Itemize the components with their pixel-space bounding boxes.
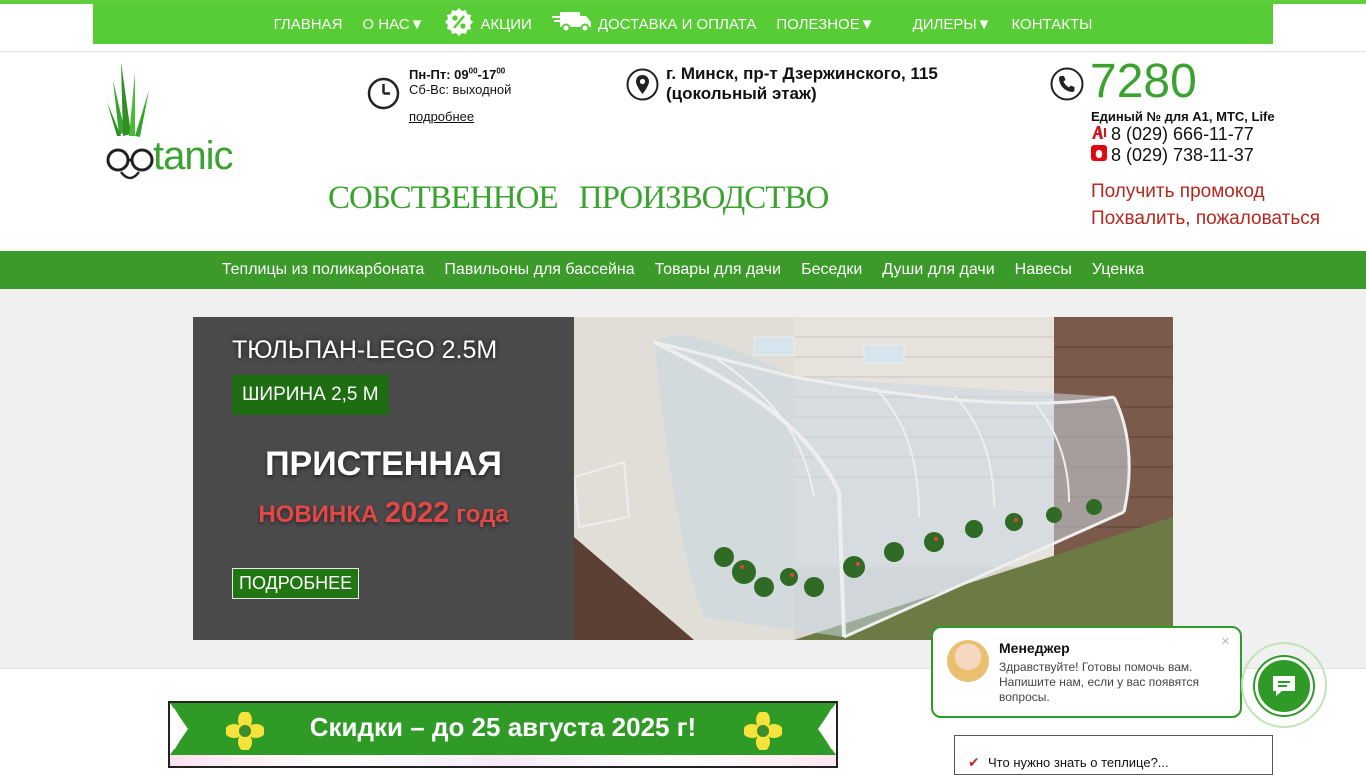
- nav-item-label: АКЦИИ: [480, 15, 532, 33]
- phone-mts[interactable]: 8 (029) 738-11-37: [1091, 145, 1254, 166]
- percent-icon: [444, 7, 474, 41]
- banner-text: Скидки – до 25 августа 2025 г!: [309, 712, 697, 742]
- phone-mts-number: 8 (029) 738-11-37: [1111, 145, 1254, 165]
- header-divider: [0, 51, 1366, 52]
- novelty-suffix: года: [456, 501, 509, 528]
- novelty-year: 2022: [384, 497, 450, 529]
- phone-a1[interactable]: 8 (029) 666-11-77: [1091, 124, 1254, 145]
- category-discount[interactable]: Уценка: [1082, 261, 1154, 279]
- slide-text-panel: ТЮЛЬПАН-LEGO 2.5М ШИРИНА 2,5 М ПРИСТЕННА…: [193, 317, 574, 640]
- address-line-2: (цокольный этаж): [666, 84, 817, 103]
- chat-bubble-icon: [1273, 676, 1295, 696]
- slide-novelty: НОВИНКА 2022 года: [193, 497, 574, 530]
- mts-operator-icon: [1091, 145, 1107, 166]
- chat-button-circle: [1255, 657, 1313, 715]
- category-nav: Теплицы из поликарбоната Павильоны для б…: [0, 251, 1366, 289]
- chat-close-icon[interactable]: ×: [1221, 633, 1230, 650]
- slide-headline: ПРИСТЕННАЯ: [265, 445, 502, 483]
- check-icon: ✔: [968, 754, 980, 770]
- greenhouse-image: [574, 317, 1173, 640]
- discount-banner[interactable]: Скидки – до 25 августа 2025 г!: [168, 701, 838, 768]
- manager-avatar: [947, 640, 989, 682]
- location-pin-icon: [626, 68, 659, 106]
- hours-weekday-end: -17: [477, 67, 497, 83]
- logo-text: tanic: [153, 134, 233, 178]
- phone-icon: [1050, 67, 1084, 106]
- category-greenhouses[interactable]: Теплицы из поликарбоната: [212, 261, 435, 279]
- nav-item-home[interactable]: ГЛАВНАЯ: [264, 16, 353, 33]
- chat-popup[interactable]: Менеджер Здравствуйте! Готовы помочь вам…: [931, 626, 1242, 718]
- nav-item-label: ДИЛЕРЫ▼: [912, 15, 992, 33]
- short-phone-number[interactable]: 7280: [1090, 55, 1197, 109]
- working-hours: Пн-Пт: 0900-1700 Сб-Вс: выходной: [409, 64, 511, 97]
- address: г. Минск, пр-т Дзержинского, 115 (цоколь…: [666, 64, 938, 104]
- phone-a1-number: 8 (029) 666-11-77: [1111, 124, 1254, 144]
- nav-item-label: КОНТАКТЫ: [1011, 15, 1093, 33]
- nav-item-label: ДОСТАВКА И ОПЛАТА: [597, 15, 757, 33]
- nav-item-useful[interactable]: ПОЛЕЗНОЕ▼: [766, 16, 884, 33]
- slogan: СОБСТВЕННОЕ ПРОИЗВОДСТВО: [328, 180, 829, 216]
- hours-more-link[interactable]: подробнее: [409, 109, 474, 124]
- nav-item-label: ГЛАВНАЯ: [273, 15, 343, 33]
- a1-operator-icon: [1091, 124, 1107, 145]
- top-nav: ГЛАВНАЯ О НАС▼ АКЦИИ ДОСТАВКА И ОПЛАТА П…: [93, 4, 1273, 44]
- banner-flower-strip: [170, 755, 836, 766]
- category-gazebos[interactable]: Беседки: [791, 261, 872, 279]
- faq-item[interactable]: ✔ Что нужно знать о теплице?...: [954, 735, 1273, 775]
- truck-icon: [551, 11, 592, 37]
- hours-weekday: Пн-Пт: 09: [409, 67, 469, 83]
- slide-more-button[interactable]: ПОДРОБНЕЕ: [232, 568, 360, 599]
- get-promocode-link[interactable]: Получить промокод: [1091, 181, 1265, 203]
- hours-sup-1: 00: [468, 67, 478, 76]
- nav-item-promotions[interactable]: АКЦИИ: [434, 7, 541, 41]
- slide-title: ТЮЛЬПАН-LEGO 2.5М: [232, 336, 498, 364]
- nav-item-label: О НАС▼: [362, 15, 425, 33]
- nav-item-contacts[interactable]: КОНТАКТЫ: [1001, 16, 1102, 33]
- slide-width-badge: ШИРИНА 2,5 М: [232, 375, 389, 415]
- hero-slide[interactable]: ТЮЛЬПАН-LEGO 2.5М ШИРИНА 2,5 М ПРИСТЕННА…: [193, 317, 1173, 640]
- feedback-link[interactable]: Похвалить, пожаловаться: [1091, 208, 1320, 230]
- category-canopies[interactable]: Навесы: [1005, 261, 1082, 279]
- nav-item-dealers[interactable]: ДИЛЕРЫ▼: [903, 16, 1002, 33]
- chat-manager-name: Менеджер: [999, 640, 1070, 656]
- flower-icon: [744, 712, 782, 750]
- hours-sup-2: 00: [496, 67, 506, 76]
- hours-weekend: Сб-Вс: выходной: [409, 82, 512, 98]
- chat-open-button[interactable]: [1241, 642, 1327, 728]
- nav-item-about[interactable]: О НАС▼: [352, 16, 434, 33]
- chat-message: Здравствуйте! Готовы помочь вам. Напишит…: [999, 660, 1200, 704]
- clock-icon: [367, 77, 400, 115]
- category-garden-goods[interactable]: Товары для дачи: [645, 261, 791, 279]
- address-line-1: г. Минск, пр-т Дзержинского, 115: [666, 64, 938, 83]
- banner-bar: Скидки – до 25 августа 2025 г!: [170, 703, 836, 755]
- nav-item-delivery[interactable]: ДОСТАВКА И ОПЛАТА: [542, 11, 767, 37]
- novelty-prefix: НОВИНКА: [258, 501, 379, 528]
- category-pool-pavilions[interactable]: Павильоны для бассейна: [434, 261, 644, 279]
- phone-caption: Единый № для А1, МТС, Life: [1091, 109, 1275, 124]
- nav-item-label: ПОЛЕЗНОЕ▼: [776, 15, 875, 33]
- category-showers[interactable]: Души для дачи: [872, 261, 1004, 279]
